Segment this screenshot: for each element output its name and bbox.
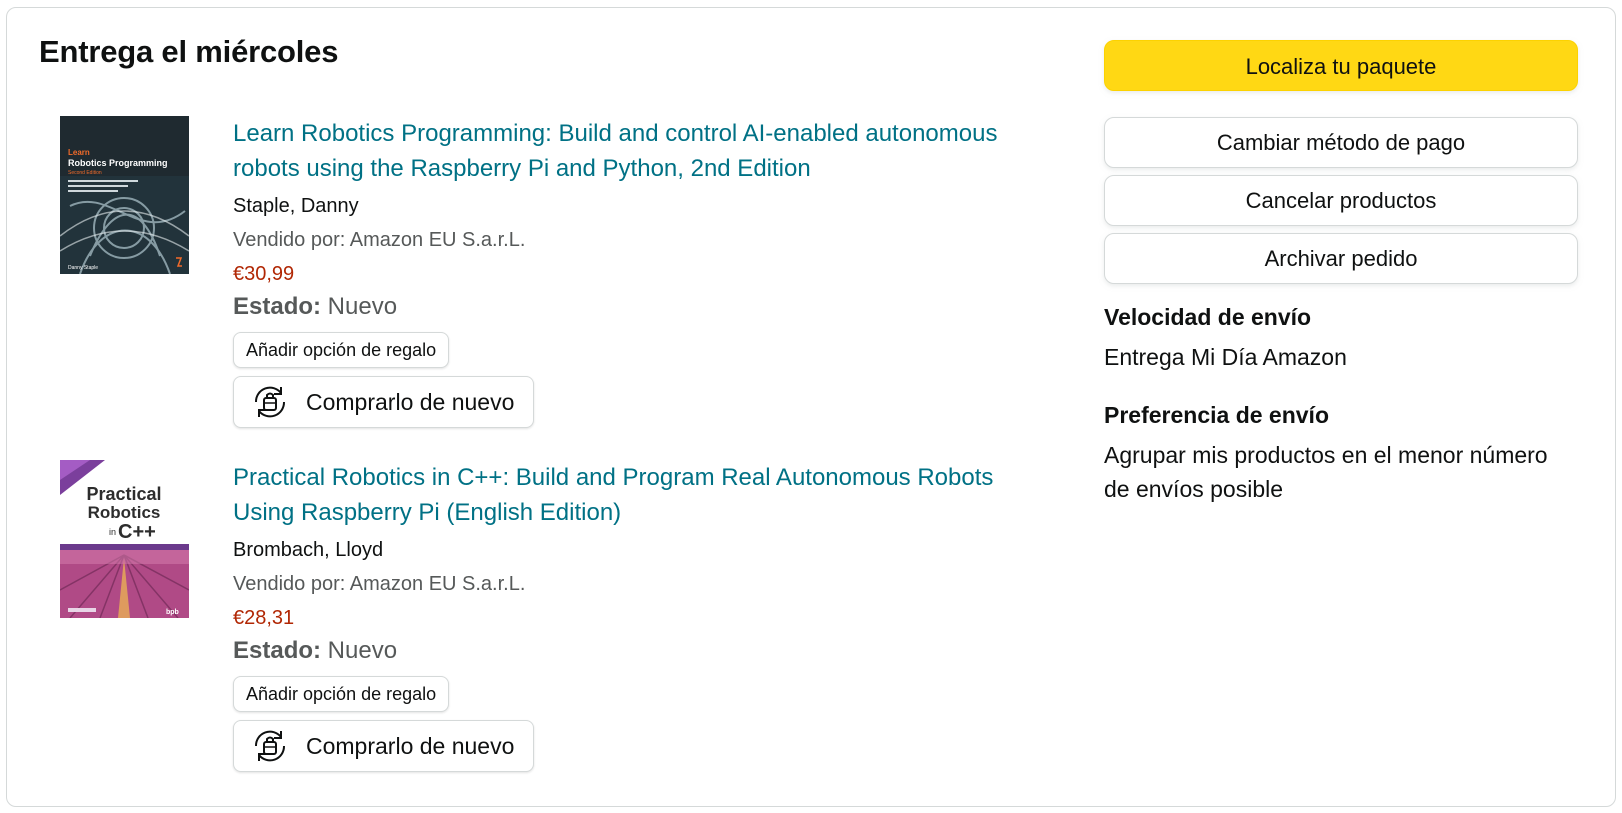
- archive-order-button[interactable]: Archivar pedido: [1104, 233, 1578, 284]
- condition-status: Estado: Nuevo: [233, 636, 1053, 666]
- product-title-link[interactable]: Practical Robotics in C++: Build and Pro…: [233, 460, 1053, 530]
- delivery-heading: Entrega el miércoles: [39, 34, 339, 69]
- buy-again-label: Comprarlo de nuevo: [306, 388, 515, 415]
- svg-text:in: in: [109, 527, 116, 537]
- cancel-items-button[interactable]: Cancelar productos: [1104, 175, 1578, 226]
- book-cover-practical-robotics: Practical Robotics in C++ bpb: [60, 460, 189, 618]
- svg-text:Learn: Learn: [68, 148, 90, 157]
- book-cover-learn-robotics: Learn Robotics Programming Second Editio…: [60, 116, 189, 274]
- product-author: Brombach, Lloyd: [233, 539, 384, 561]
- track-package-button[interactable]: Localiza tu paquete: [1104, 40, 1578, 91]
- svg-text:Robotics Programming: Robotics Programming: [68, 158, 168, 168]
- buy-again-button[interactable]: Comprarlo de nuevo: [233, 720, 534, 772]
- change-payment-method-button[interactable]: Cambiar método de pago: [1104, 117, 1578, 168]
- buy-again-label: Comprarlo de nuevo: [306, 732, 515, 759]
- svg-text:Robotics: Robotics: [88, 503, 161, 522]
- svg-text:Second Edition: Second Edition: [68, 170, 102, 176]
- condition-value: Nuevo: [321, 637, 398, 664]
- condition-status: Estado: Nuevo: [233, 292, 1053, 322]
- svg-text:C++: C++: [118, 521, 156, 543]
- item-details: Learn Robotics Programming: Build and co…: [233, 116, 1053, 428]
- product-price: €30,99: [233, 263, 295, 285]
- shipping-preference-title: Preferencia de envío: [1104, 402, 1329, 428]
- condition-label: Estado:: [233, 637, 322, 664]
- seller-info: Vendido por: Amazon EU S.a.r.L.: [233, 573, 526, 595]
- product-author: Staple, Danny: [233, 195, 359, 217]
- svg-text:Practical: Practical: [86, 484, 161, 504]
- seller-info: Vendido por: Amazon EU S.a.r.L.: [233, 229, 526, 251]
- svg-text:bpb: bpb: [166, 609, 179, 616]
- buy-again-icon: [254, 730, 286, 762]
- shipping-speed-value: Entrega Mi Día Amazon: [1104, 344, 1347, 370]
- condition-label: Estado:: [233, 293, 322, 320]
- order-actions-panel: Localiza tu paquete Cambiar método de pa…: [1104, 40, 1578, 506]
- svg-text:Danny Staple: Danny Staple: [68, 265, 98, 271]
- shipping-speed-title: Velocidad de envío: [1104, 304, 1312, 330]
- buy-again-button[interactable]: Comprarlo de nuevo: [233, 376, 534, 428]
- buy-again-icon: [254, 386, 286, 418]
- product-price: €28,31: [233, 607, 295, 629]
- product-image[interactable]: Practical Robotics in C++ bpb: [60, 460, 189, 618]
- condition-value: Nuevo: [321, 293, 398, 320]
- order-shipment-card: Entrega el miércoles Learn Robotics Prog…: [6, 7, 1616, 807]
- item-details: Practical Robotics in C++: Build and Pro…: [233, 460, 1053, 772]
- add-gift-option-button[interactable]: Añadir opción de regalo: [233, 676, 450, 712]
- shipping-preference-value: Agrupar mis productos en el menor número…: [1104, 442, 1548, 502]
- product-title-link[interactable]: Learn Robotics Programming: Build and co…: [233, 116, 1053, 186]
- product-image[interactable]: Learn Robotics Programming Second Editio…: [60, 116, 189, 274]
- add-gift-option-button[interactable]: Añadir opción de regalo: [233, 332, 450, 368]
